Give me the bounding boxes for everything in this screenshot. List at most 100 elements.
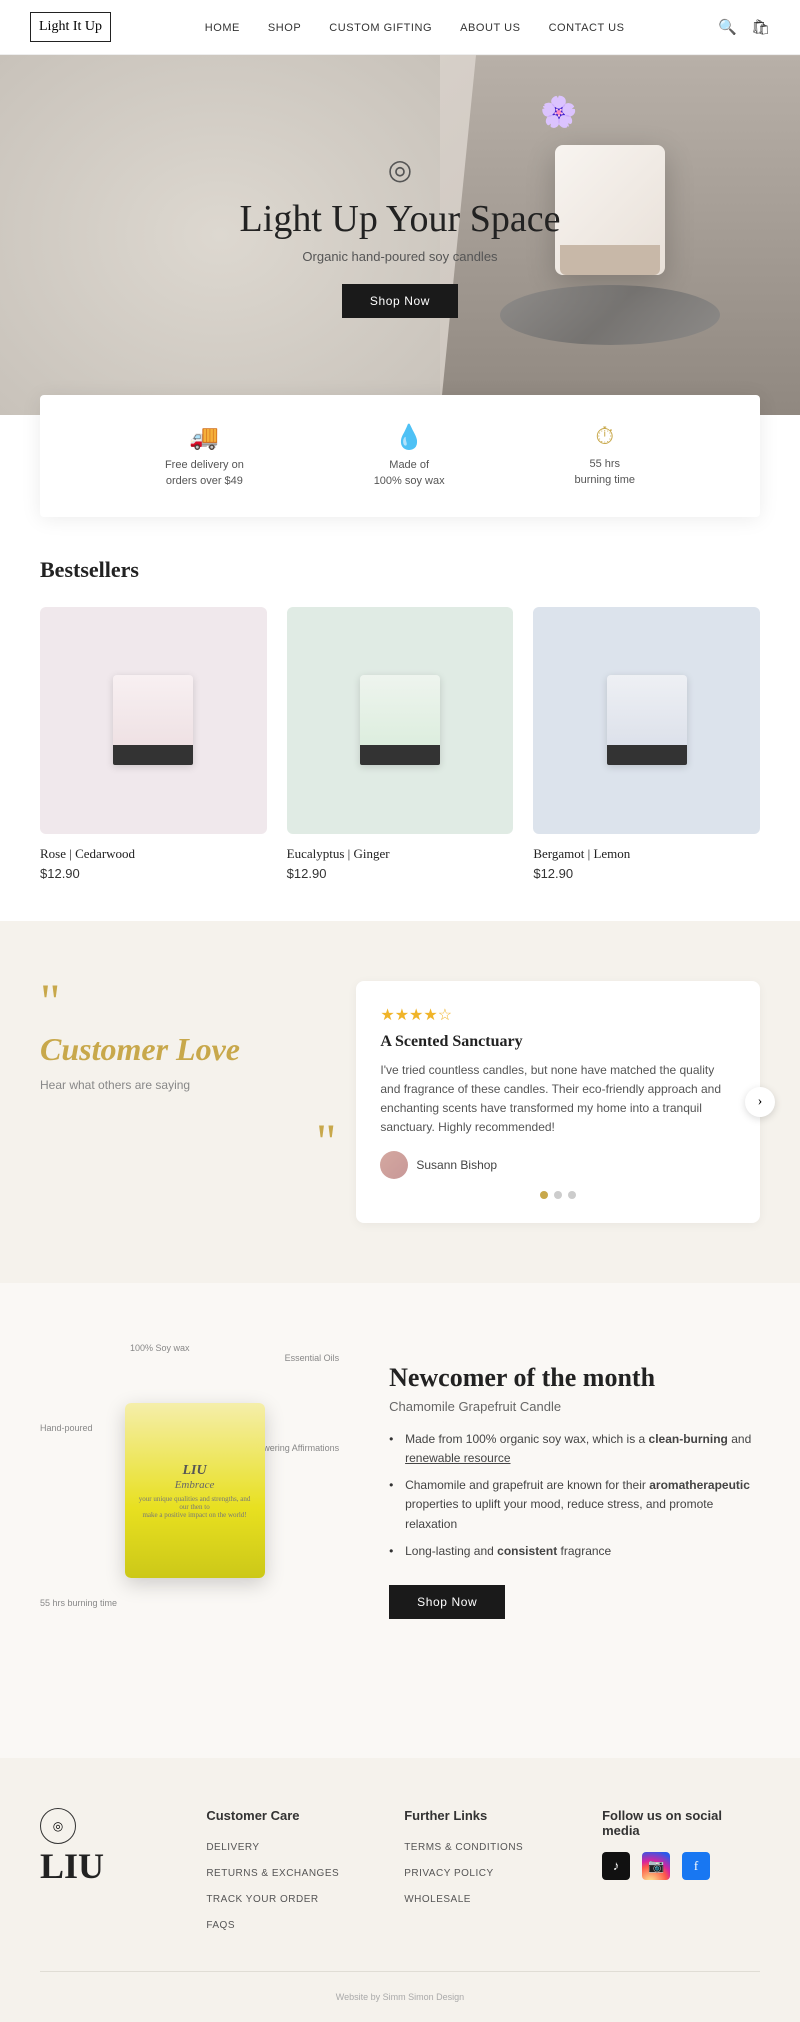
bullet-3: Long-lasting and consistent fragrance	[389, 1542, 760, 1561]
hero-section: 🌸 ◎ Light Up Your Space Organic hand-pou…	[0, 55, 800, 415]
products-grid: Rose | Cedarwood $12.90 Eucalyptus | Gin…	[40, 607, 760, 881]
instagram-icon[interactable]: 📷	[642, 1852, 670, 1880]
footer-further-title: Further Links	[404, 1808, 562, 1823]
footer-link-returns[interactable]: RETURNS & EXCHANGES	[206, 1868, 339, 1879]
footer-link-faqs[interactable]: FAQS	[206, 1920, 235, 1931]
footer-link-wholesale[interactable]: WHOLESALE	[404, 1894, 471, 1905]
review-dots	[380, 1191, 736, 1199]
review-text: I've tried countless candles, but none h…	[380, 1061, 736, 1138]
hero-title: Light Up Your Space	[240, 197, 561, 241]
product-card-bergamot[interactable]: Bergamot | Lemon $12.90	[533, 607, 760, 881]
footer-customer-care: Customer Care DELIVERY RETURNS & EXCHANG…	[206, 1808, 364, 1941]
review-dot-2[interactable]	[554, 1191, 562, 1199]
footer: ◎ LIU Customer Care DELIVERY RETURNS & E…	[0, 1758, 800, 2022]
review-dot-1[interactable]	[540, 1191, 548, 1199]
nav-home[interactable]: HOME	[205, 22, 240, 34]
footer-further-link-list: TERMS & CONDITIONS PRIVACY POLICY WHOLES…	[404, 1837, 562, 1907]
nav-contact[interactable]: CONTACT US	[549, 22, 625, 34]
bestsellers-section: Bestsellers Rose | Cedarwood $12.90 Euca…	[0, 517, 800, 921]
customer-love-left: " Customer Love Hear what others are say…	[40, 981, 356, 1224]
footer-logo-icon: ◎	[40, 1808, 76, 1844]
hero-shop-now-button[interactable]: Shop Now	[342, 284, 458, 318]
tiktok-icon[interactable]: ♪	[602, 1852, 630, 1880]
bullet-1: Made from 100% organic soy wax, which is…	[389, 1430, 760, 1468]
footer-link-terms[interactable]: TERMS & CONDITIONS	[404, 1842, 523, 1853]
footer-top: ◎ LIU Customer Care DELIVERY RETURNS & E…	[40, 1808, 760, 1941]
customer-love-title: Customer Love	[40, 1031, 336, 1068]
nav-shop[interactable]: SHOP	[268, 22, 301, 34]
annotation-hand: Hand-poured	[40, 1423, 93, 1433]
spacer	[0, 1698, 800, 1758]
nav-icons: 🔍 🛍	[718, 18, 770, 37]
logo: Light It Up	[30, 12, 111, 42]
quote-open-icon: "	[40, 981, 336, 1021]
reviewer: Susann Bishop	[380, 1151, 736, 1179]
annotation-soy: 100% Soy wax	[130, 1343, 190, 1353]
feature-burn: ⏱ 55 hrs burning time	[575, 424, 636, 488]
newcomer-image-wrap: 100% Soy wax Essential Oils Hand-poured …	[40, 1343, 349, 1638]
logo-line2: Up	[85, 19, 102, 34]
footer-link-delivery[interactable]: DELIVERY	[206, 1842, 259, 1853]
footer-link-privacy[interactable]: PRIVACY POLICY	[404, 1868, 493, 1879]
annotation-burn: 55 hrs burning time	[40, 1598, 117, 1608]
footer-customer-links: DELIVERY RETURNS & EXCHANGES TRACK YOUR …	[206, 1837, 364, 1933]
feature-delivery-text1: Free delivery on	[165, 459, 244, 471]
feature-delivery-text2: orders over $49	[166, 475, 243, 487]
features-bar: 🚚 Free delivery on orders over $49 💧 Mad…	[40, 395, 760, 517]
product-card-eucalyptus[interactable]: Eucalyptus | Ginger $12.90	[287, 607, 514, 881]
facebook-icon[interactable]: f	[682, 1852, 710, 1880]
product-image-rose	[40, 607, 267, 834]
feature-delivery: 🚚 Free delivery on orders over $49	[165, 423, 244, 489]
newcomer-bullets: Made from 100% organic soy wax, which is…	[389, 1430, 760, 1561]
newcomer-section: 100% Soy wax Essential Oils Hand-poured …	[0, 1283, 800, 1698]
review-title: A Scented Sanctuary	[380, 1033, 736, 1051]
hero-content: ◎ Light Up Your Space Organic hand-poure…	[240, 153, 561, 318]
reviewer-name: Susann Bishop	[416, 1158, 497, 1172]
feature-burn-text2: burning time	[575, 474, 636, 486]
footer-logo-text: LIU	[40, 1848, 166, 1884]
bestsellers-title: Bestsellers	[40, 557, 760, 583]
newcomer-title: Newcomer of the month	[389, 1363, 760, 1393]
feature-soy-text1: Made of	[389, 459, 429, 471]
product-card-rose[interactable]: Rose | Cedarwood $12.90	[40, 607, 267, 881]
feature-soy-text2: 100% soy wax	[374, 475, 445, 487]
product-image-bergamot	[533, 607, 760, 834]
navbar: Light It Up HOME SHOP CUSTOM GIFTING ABO…	[0, 0, 800, 55]
bullet-2: Chamomile and grapefruit are known for t…	[389, 1476, 760, 1534]
logo-line1: Light It	[39, 19, 81, 34]
soy-icon: 💧	[374, 423, 445, 452]
hero-subtitle: Organic hand-poured soy candles	[240, 249, 561, 264]
customer-love-subtitle: Hear what others are saying	[40, 1078, 336, 1092]
footer-logo-column: ◎ LIU	[40, 1808, 166, 1884]
footer-social: Follow us on social media ♪ 📷 f	[602, 1808, 760, 1880]
newcomer-shop-now-button[interactable]: Shop Now	[389, 1585, 505, 1619]
newcomer-subtitle: Chamomile Grapefruit Candle	[389, 1399, 760, 1414]
product-price-eucalyptus: $12.90	[287, 866, 514, 881]
search-icon[interactable]: 🔍	[718, 18, 737, 37]
social-icons: ♪ 📷 f	[602, 1852, 760, 1880]
product-price-rose: $12.90	[40, 866, 267, 881]
review-card: ★★★★☆ A Scented Sanctuary I've tried cou…	[356, 981, 760, 1224]
hero-icon: ◎	[240, 153, 561, 187]
nav-custom-gifting[interactable]: CUSTOM GIFTING	[329, 22, 432, 34]
nav-about[interactable]: ABOUT US	[460, 22, 520, 34]
footer-customer-care-title: Customer Care	[206, 1808, 364, 1823]
cart-icon[interactable]: 🛍	[751, 18, 770, 37]
feature-burn-text1: 55 hrs	[589, 458, 620, 470]
nav-links: HOME SHOP CUSTOM GIFTING ABOUT US CONTAC…	[205, 18, 625, 36]
product-price-bergamot: $12.90	[533, 866, 760, 881]
product-name-eucalyptus: Eucalyptus | Ginger	[287, 846, 514, 862]
delivery-icon: 🚚	[165, 423, 244, 452]
product-name-bergamot: Bergamot | Lemon	[533, 846, 760, 862]
review-next-button[interactable]: ›	[745, 1087, 775, 1117]
annotation-oils: Essential Oils	[285, 1353, 340, 1363]
review-dot-3[interactable]	[568, 1191, 576, 1199]
footer-further-links: Further Links TERMS & CONDITIONS PRIVACY…	[404, 1808, 562, 1915]
footer-credit: Website by Simm Simon Design	[40, 1971, 760, 2002]
review-stars: ★★★★☆	[380, 1005, 736, 1025]
customer-love-section: " Customer Love Hear what others are say…	[0, 921, 800, 1284]
footer-link-track[interactable]: TRACK YOUR ORDER	[206, 1894, 318, 1905]
reviewer-avatar	[380, 1151, 408, 1179]
product-image-eucalyptus	[287, 607, 514, 834]
product-name-rose: Rose | Cedarwood	[40, 846, 267, 862]
